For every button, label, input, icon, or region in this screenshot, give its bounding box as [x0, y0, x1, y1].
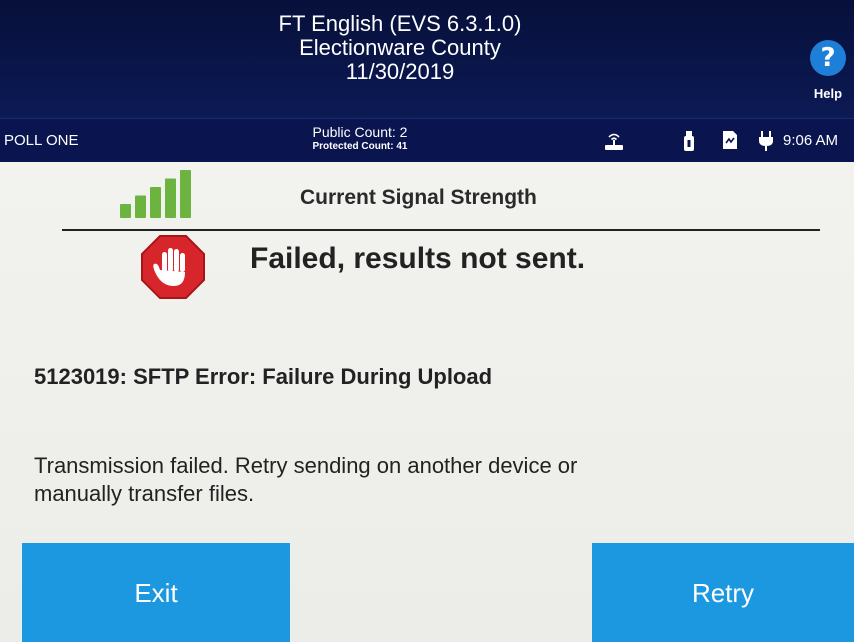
header-title: FT English (EVS 6.3.1.0) Electionware Co…	[220, 12, 580, 84]
county-name: Electionware County	[299, 35, 501, 60]
divider	[62, 229, 820, 231]
clock-time: 9:06 AM	[783, 132, 839, 149]
ballot-counts: Public Count: 2 Protected Count: 41	[290, 124, 430, 152]
message-line: manually transfer files.	[34, 481, 255, 506]
signal-bar	[135, 195, 146, 218]
retry-button[interactable]: Retry	[592, 543, 854, 642]
failure-message: Transmission failed. Retry sending on an…	[34, 452, 794, 508]
signal-bar	[120, 204, 131, 218]
exit-button[interactable]: Exit	[22, 543, 290, 642]
signal-bar	[180, 170, 191, 218]
message-line: Transmission failed. Retry sending on an…	[34, 453, 578, 478]
power-plug-icon	[758, 130, 774, 157]
usb-icon	[683, 130, 695, 157]
voting-terminal-screen: FT English (EVS 6.3.1.0) Electionware Co…	[0, 0, 854, 642]
transmission-result-panel: Current Signal Strength Failed, results …	[0, 162, 854, 642]
help-button[interactable]: ? Help	[806, 40, 850, 110]
modem-icon	[603, 130, 625, 157]
header: FT English (EVS 6.3.1.0) Electionware Co…	[0, 0, 854, 118]
election-name: FT English (EVS 6.3.1.0)	[278, 11, 522, 36]
signal-bar	[150, 187, 161, 218]
help-label: Help	[813, 86, 843, 101]
poll-name: POLL ONE	[4, 132, 79, 149]
signal-strength-label: Current Signal Strength	[300, 186, 537, 209]
election-date: 11/30/2019	[345, 59, 455, 84]
signal-bar	[165, 178, 176, 218]
error-code: 5123019: SFTP Error: Failure During Uplo…	[34, 364, 493, 389]
signal-strength-icon	[120, 170, 191, 218]
help-icon[interactable]: ?	[810, 40, 846, 76]
retry-button-label: Retry	[691, 577, 755, 608]
protected-count: Protected Count: 41	[312, 141, 408, 152]
stop-hand-icon	[141, 235, 205, 299]
status-bar: POLL ONE Public Count: 2 Protected Count…	[0, 118, 854, 163]
document-icon	[722, 130, 738, 155]
public-count: Public Count: 2	[312, 124, 408, 140]
exit-button-label: Exit	[134, 577, 178, 608]
failure-title: Failed, results not sent.	[250, 242, 586, 275]
